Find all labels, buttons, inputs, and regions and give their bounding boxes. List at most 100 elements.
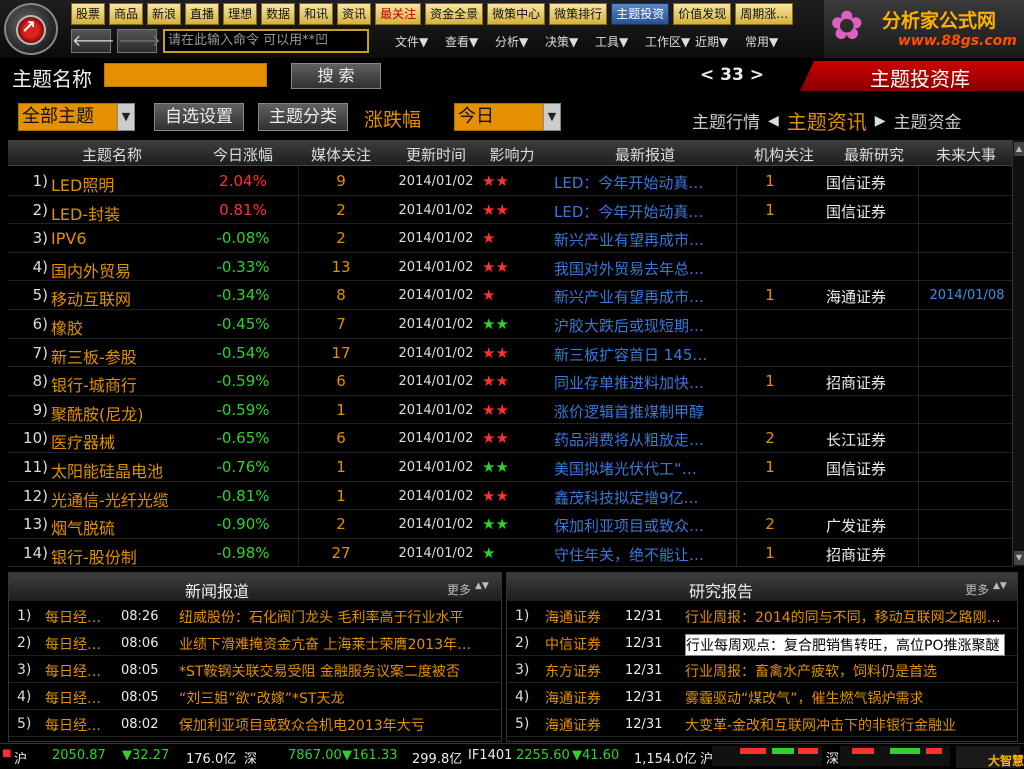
- menu-button[interactable]: 新浪: [147, 3, 182, 25]
- table-row[interactable]: 4) 国内外贸易 -0.33% 13 2014/01/02 ★★ 我国对外贸易去年总…: [8, 253, 1012, 282]
- item-source[interactable]: 海通证券: [545, 715, 601, 735]
- back-button[interactable]: 🡐: [71, 29, 115, 53]
- theme-name-input[interactable]: [104, 63, 267, 87]
- latest-news[interactable]: 涨价逻辑首推煤制甲醇: [554, 401, 734, 422]
- menu-button[interactable]: 资讯: [337, 3, 372, 25]
- tab-funds[interactable]: 主题资金: [894, 108, 962, 133]
- dropdown-menu[interactable]: 工作区▼: [645, 33, 695, 50]
- theme-name[interactable]: 橡胶: [51, 315, 213, 339]
- menu-button[interactable]: 最关注: [375, 3, 422, 25]
- sz-index[interactable]: 7867.00: [288, 748, 342, 763]
- theme-name[interactable]: 太阳能硅晶电池: [51, 458, 213, 482]
- list-item[interactable]: 5) 海通证券 12/31 大变革-金改和互联网冲击下的非银行金融业: [507, 711, 1017, 737]
- tab-market[interactable]: 主题行情: [692, 108, 760, 133]
- item-source[interactable]: 中信证券: [545, 634, 601, 654]
- research-more-link[interactable]: 更多: [965, 581, 989, 598]
- theme-name[interactable]: LED照明: [51, 172, 213, 196]
- latest-news[interactable]: 新三板扩容首日 145…: [554, 344, 734, 365]
- col-today-change[interactable]: 今日涨幅: [203, 144, 283, 165]
- menu-button[interactable]: 数据: [261, 3, 296, 25]
- dropdown-menu[interactable]: 文件▼: [395, 33, 445, 50]
- col-update-time[interactable]: 更新时间: [396, 144, 476, 165]
- list-item[interactable]: 2) 每日经… 08:06 业绩下滑难掩资金亢奋 上海莱士荣膺2013年…: [9, 630, 501, 656]
- list-item[interactable]: 2) 中信证券 12/31 行业每周观点：复合肥销售转旺，高位PO推涨聚醚: [507, 630, 1017, 656]
- list-item[interactable]: 1) 海通证券 12/31 行业周报：2014的同与不同，移动互联网之路刚…: [507, 603, 1017, 629]
- latest-news[interactable]: 美国拟堵光伏代工“…: [554, 458, 734, 479]
- menu-button[interactable]: 股票: [71, 3, 106, 25]
- latest-news[interactable]: LED：今年开始动真…: [554, 172, 734, 193]
- table-row[interactable]: 14) 银行-股份制 -0.98% 27 2014/01/02 ★ 守住年关，绝不能让… 1 招…: [8, 539, 1012, 568]
- menu-button[interactable]: 直播: [185, 3, 220, 25]
- table-row[interactable]: 1) LED照明 2.04% 9 2014/01/02 ★★ LED：今年开始动真… 1 国信证…: [8, 167, 1012, 196]
- dropdown-menu[interactable]: 工具▼: [595, 33, 645, 50]
- item-source[interactable]: 每日经…: [45, 715, 101, 735]
- item-source[interactable]: 每日经…: [45, 607, 101, 627]
- table-row[interactable]: 13) 烟气脱硫 -0.90% 2 2014/01/02 ★★ 保加利亚项目或致众… 2 广发证…: [8, 510, 1012, 539]
- dzh-brand[interactable]: 大智慧: [956, 746, 1024, 768]
- scroll-down-icon[interactable]: ▼: [1014, 551, 1024, 565]
- dropdown-menu[interactable]: 常用▼: [745, 33, 795, 50]
- item-headline[interactable]: 保加利亚项目或致众合机电2013年大亏: [179, 715, 479, 735]
- list-item[interactable]: 1) 每日经… 08:26 纽威股份：石化阀门龙头 毛利率高于行业水平: [9, 603, 501, 629]
- table-scrollbar[interactable]: ▲ ▼: [1012, 140, 1024, 567]
- col-theme-name[interactable]: 主题名称: [56, 144, 168, 165]
- list-item[interactable]: 4) 每日经… 08:05 “刘三姐”欲“改嫁”*ST天龙: [9, 684, 501, 710]
- latest-news[interactable]: 我国对外贸易去年总…: [554, 258, 734, 279]
- theme-name[interactable]: 聚酰胺(尼龙): [51, 401, 213, 425]
- triangle-left-icon[interactable]: ◀: [768, 113, 779, 129]
- table-row[interactable]: 9) 聚酰胺(尼龙) -0.59% 1 2014/01/02 ★★ 涨价逻辑首推煤制甲醇: [8, 396, 1012, 425]
- col-latest-news[interactable]: 最新报道: [600, 144, 690, 165]
- theme-name[interactable]: 国内外贸易: [51, 258, 213, 282]
- table-row[interactable]: 6) 橡胶 -0.45% 7 2014/01/02 ★★ 沪胶大跌后或现短期…: [8, 310, 1012, 339]
- latest-news[interactable]: LED：今年开始动真…: [554, 201, 734, 222]
- theme-category-button[interactable]: 主题分类: [258, 103, 348, 131]
- chevron-down-icon[interactable]: ▼: [543, 103, 561, 131]
- custom-settings-button[interactable]: 自选设置: [154, 103, 244, 131]
- theme-name[interactable]: 银行-股份制: [51, 544, 213, 568]
- col-future-events[interactable]: 未来大事: [926, 144, 1006, 165]
- command-input[interactable]: 请在此输入命令 可以用**凹: [163, 29, 369, 53]
- table-row[interactable]: 10) 医疗器械 -0.65% 6 2014/01/02 ★★ 药品消费将从粗放走… 2 长江证…: [8, 424, 1012, 453]
- item-headline[interactable]: 雾霾驱动“煤改气”，催生燃气锅炉需求: [685, 688, 1005, 708]
- latest-news[interactable]: 新兴产业有望再成市…: [554, 286, 734, 307]
- list-item[interactable]: 3) 东方证券 12/31 行业周报：畜禽水产疲软，饲料仍是首选: [507, 657, 1017, 683]
- sh-index[interactable]: 2050.87: [52, 748, 106, 763]
- page-indicator[interactable]: < 33 >: [700, 65, 764, 85]
- item-headline[interactable]: 行业周报：2014的同与不同，移动互联网之路刚…: [685, 607, 1005, 627]
- table-row[interactable]: 8) 银行-城商行 -0.59% 6 2014/01/02 ★★ 同业存单推进料加快… 1 招商…: [8, 367, 1012, 396]
- item-headline[interactable]: 纽威股份：石化阀门龙头 毛利率高于行业水平: [179, 607, 479, 627]
- menu-button[interactable]: 价值发现: [673, 3, 732, 25]
- col-latest-research[interactable]: 最新研究: [834, 144, 914, 165]
- dropdown-menu[interactable]: 决策▼: [545, 33, 595, 50]
- latest-news[interactable]: 同业存单推进料加快…: [554, 372, 734, 393]
- theme-name[interactable]: 银行-城商行: [51, 372, 213, 396]
- item-source[interactable]: 海通证券: [545, 688, 601, 708]
- scroll-up-icon[interactable]: ▲: [1014, 142, 1024, 156]
- col-media[interactable]: 媒体关注: [303, 144, 379, 165]
- item-source[interactable]: 东方证券: [545, 661, 601, 681]
- item-headline[interactable]: 大变革-金改和互联网冲击下的非银行金融业: [685, 715, 1005, 735]
- item-headline[interactable]: 业绩下滑难掩资金亢奋 上海莱士荣膺2013年…: [179, 634, 479, 654]
- list-item[interactable]: 3) 每日经… 08:05 *ST鞍钢关联交易受阻 金融服务议案二度被否: [9, 657, 501, 683]
- item-source[interactable]: 每日经…: [45, 634, 101, 654]
- theme-name[interactable]: 新三板-参股: [51, 344, 213, 368]
- theme-name[interactable]: IPV6: [51, 229, 213, 248]
- search-button[interactable]: 搜 索: [291, 63, 381, 89]
- table-row[interactable]: 12) 光通信-光纤光缆 -0.81% 1 2014/01/02 ★★ 鑫茂科技拟定增9亿…: [8, 482, 1012, 511]
- theme-name[interactable]: 医疗器械: [51, 429, 213, 453]
- table-row[interactable]: 5) 移动互联网 -0.34% 8 2014/01/02 ★ 新兴产业有望再成市… 1 海通证券…: [8, 281, 1012, 310]
- table-row[interactable]: 2) LED-封装 0.81% 2 2014/01/02 ★★ LED：今年开始动真… 1 国信…: [8, 196, 1012, 225]
- theme-name[interactable]: 烟气脱硫: [51, 515, 213, 539]
- dropdown-menu[interactable]: 查看▼: [445, 33, 495, 50]
- menu-button[interactable]: 主题投资: [611, 3, 670, 25]
- app-logo[interactable]: ↗: [4, 3, 58, 55]
- latest-news[interactable]: 鑫茂科技拟定增9亿…: [554, 487, 734, 508]
- item-headline[interactable]: 行业每周观点：复合肥销售转旺，高位PO推涨聚醚: [685, 634, 1005, 656]
- menu-button[interactable]: 和讯: [299, 3, 334, 25]
- menu-button[interactable]: 理想: [223, 3, 258, 25]
- item-source[interactable]: 海通证券: [545, 607, 601, 627]
- forward-button[interactable]: 🡒: [117, 29, 161, 53]
- item-headline[interactable]: 行业周报：畜禽水产疲软，饲料仍是首选: [685, 661, 1005, 681]
- period-select[interactable]: 今日 ▼: [454, 103, 561, 131]
- theme-name[interactable]: LED-封装: [51, 201, 213, 225]
